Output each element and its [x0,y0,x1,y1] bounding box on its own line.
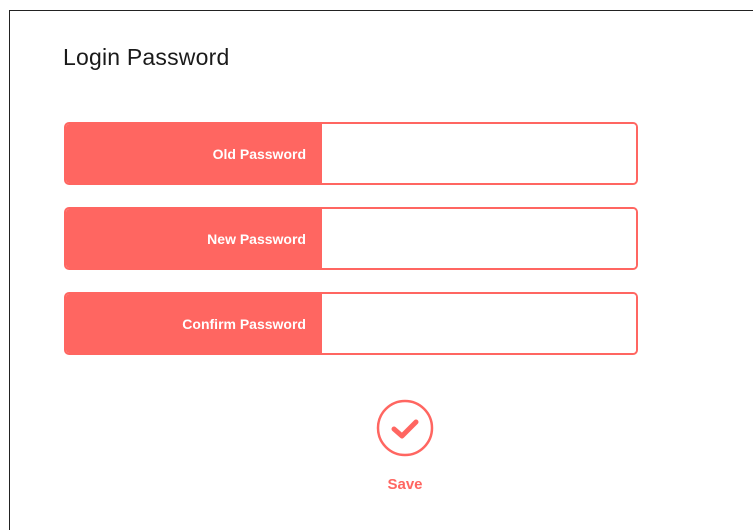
new-password-row: New Password [64,207,638,270]
old-password-row: Old Password [64,122,638,185]
save-button[interactable]: Save [370,398,440,498]
confirm-password-row: Confirm Password [64,292,638,355]
old-password-label: Old Password [66,124,322,183]
new-password-input[interactable] [322,209,636,268]
save-label: Save [387,476,423,493]
old-password-input[interactable] [322,124,636,183]
check-circle-icon [376,399,434,457]
page-title: Login Password [63,44,230,70]
confirm-password-label: Confirm Password [66,294,322,353]
new-password-label: New Password [66,209,322,268]
confirm-password-input[interactable] [322,294,636,353]
